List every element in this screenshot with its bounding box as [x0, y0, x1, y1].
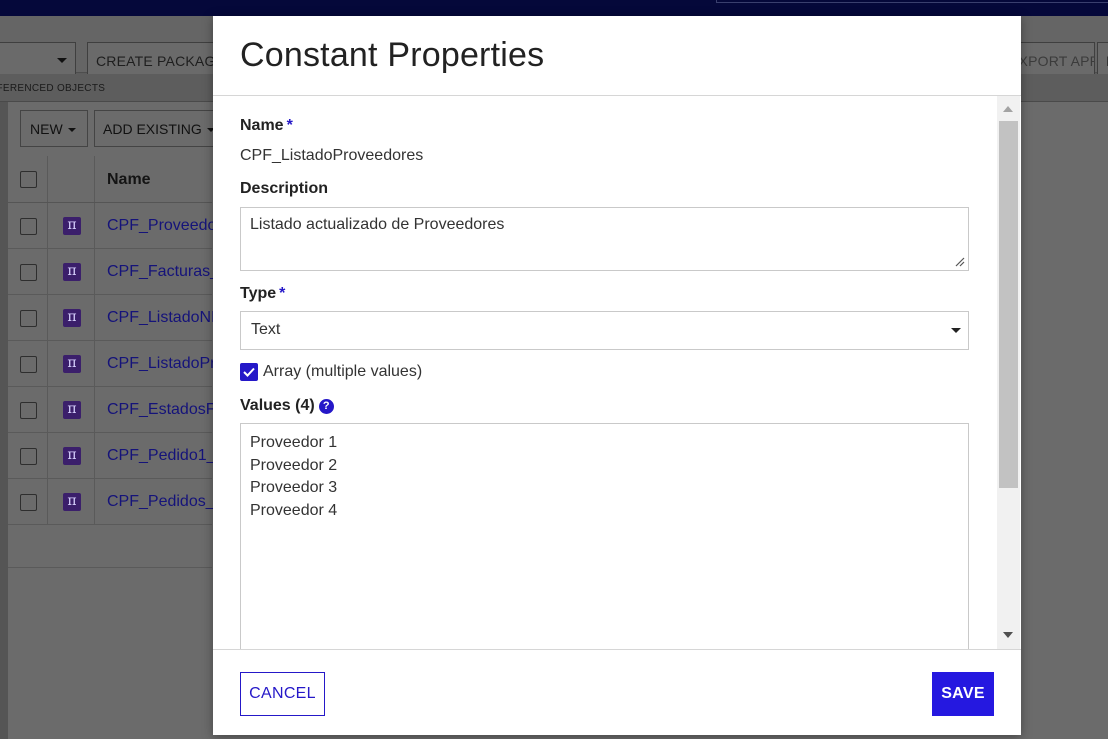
type-label: Type * — [240, 285, 285, 303]
scrollbar-thumb[interactable] — [999, 121, 1018, 488]
row-checkbox[interactable] — [20, 310, 37, 327]
checkmark-icon — [243, 367, 255, 377]
name-label: Name * — [240, 117, 293, 135]
scroll-down-arrow-icon[interactable] — [1003, 632, 1013, 638]
table-empty-row — [8, 524, 212, 568]
chevron-down-icon — [57, 58, 67, 63]
value-line: Proveedor 3 — [250, 479, 338, 496]
table-header-row: Name — [8, 156, 212, 203]
type-selected-value: Text — [251, 321, 281, 338]
value-line: Proveedor 2 — [250, 456, 338, 474]
pi-constant-icon: π — [63, 493, 81, 511]
dialog-header: Constant Properties — [213, 16, 1021, 96]
array-checkbox-row[interactable]: Array (multiple values) — [240, 362, 422, 382]
name-label-text: Name — [240, 117, 284, 134]
row-checkbox[interactable] — [20, 356, 37, 373]
help-icon[interactable]: ? — [318, 399, 334, 414]
table-row[interactable]: π CPF_Proveedores — [8, 203, 239, 249]
save-button[interactable]: SAVE — [932, 672, 994, 716]
row-checkbox[interactable] — [20, 218, 37, 235]
cancel-button[interactable]: CANCEL — [240, 672, 325, 716]
dialog-title: Constant Properties — [240, 36, 545, 74]
table-row[interactable]: π CPF_Facturas_Pendientes — [8, 249, 299, 295]
values-textarea[interactable]: Proveedor 1 Proveedor 2 Proveedor 3 Prov… — [240, 423, 969, 649]
add-existing-label: ADD EXISTING — [103, 121, 202, 137]
table-row[interactable]: π CPF_ListadoProveedores — [8, 341, 290, 387]
row-checkbox[interactable] — [20, 494, 37, 511]
chevron-down-icon — [67, 128, 76, 133]
select-all-checkbox[interactable] — [20, 171, 37, 188]
dialog-footer: CANCEL SAVE — [213, 649, 1021, 735]
pi-constant-icon: π — [63, 263, 81, 281]
description-text: Listado actualizado de Proveedores — [250, 216, 505, 233]
row-checkbox[interactable] — [20, 264, 37, 281]
required-marker: * — [286, 117, 293, 134]
scroll-up-arrow-icon[interactable] — [1003, 106, 1013, 112]
array-checkbox-label: Array (multiple values) — [263, 363, 423, 380]
value-line: Proveedor 1 — [250, 434, 338, 451]
table-row[interactable]: π CPF_Pedido1_Estado — [8, 433, 265, 479]
new-button[interactable]: NEW — [20, 110, 88, 147]
name-value: CPF_ListadoProveedores — [240, 147, 424, 164]
description-label: Description — [240, 180, 329, 197]
top-navigation-bar — [0, 0, 1108, 16]
pi-constant-icon: π — [63, 217, 81, 235]
type-select[interactable]: Text — [240, 311, 969, 350]
table-row[interactable]: π CPF_ListadoNITs — [8, 295, 232, 341]
values-label: Values (4)? — [240, 397, 334, 415]
row-checkbox[interactable] — [20, 402, 37, 419]
table-row[interactable]: π CPF_EstadosFactura — [8, 387, 260, 433]
value-line: Proveedor 4 — [250, 501, 338, 519]
dialog-scrollbar[interactable] — [997, 96, 1020, 649]
description-textarea[interactable]: Listado actualizado de Proveedores — [240, 207, 969, 271]
array-checkbox[interactable] — [240, 363, 258, 381]
type-label-text: Type — [240, 285, 277, 302]
values-label-text: Values (4) — [240, 397, 315, 414]
left-edge — [0, 102, 8, 739]
dialog-body: Name * CPF_ListadoProveedores Description… — [213, 96, 1021, 649]
pi-constant-icon: π — [63, 309, 81, 327]
required-marker: * — [279, 285, 286, 302]
add-existing-button[interactable]: ADD EXISTING — [94, 110, 224, 147]
search-box-edge[interactable] — [716, 0, 1108, 3]
row-checkbox[interactable] — [20, 448, 37, 465]
objects-table: Name π CPF_Proveedores π CPF_Facturas_Pe… — [8, 156, 299, 525]
pi-constant-icon: π — [63, 447, 81, 465]
pi-constant-icon: π — [63, 401, 81, 419]
new-button-label: NEW — [30, 121, 63, 137]
resize-handle-icon[interactable] — [955, 257, 965, 267]
name-column-header[interactable]: Name — [107, 171, 151, 189]
chevron-down-icon — [951, 328, 961, 333]
pi-constant-icon: π — [63, 355, 81, 373]
table-row[interactable]: π CPF_Pedidos_Cerrados — [8, 479, 280, 525]
constant-properties-dialog: Constant Properties Name * CPF_ListadoPro… — [213, 16, 1021, 735]
subtab-label: REFERENCED OBJECTS — [0, 83, 106, 94]
